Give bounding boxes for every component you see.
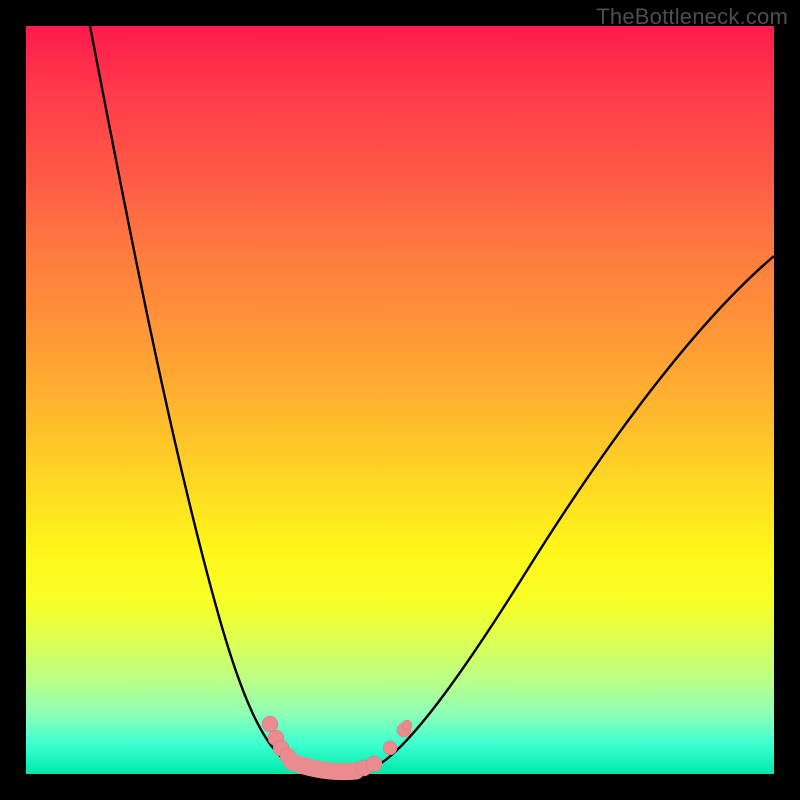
bottleneck-curve-right [342, 256, 774, 772]
chart-plot-area [26, 26, 774, 774]
chart-overlay-svg [26, 26, 774, 774]
marker-dot [402, 720, 412, 730]
watermark-text: TheBottleneck.com [596, 4, 788, 30]
marker-dot [262, 716, 278, 732]
marker-dot [366, 756, 382, 772]
data-markers [262, 716, 412, 776]
marker-dot [383, 741, 397, 755]
bottleneck-curve-left [90, 26, 342, 772]
marker-sausage [292, 762, 356, 772]
